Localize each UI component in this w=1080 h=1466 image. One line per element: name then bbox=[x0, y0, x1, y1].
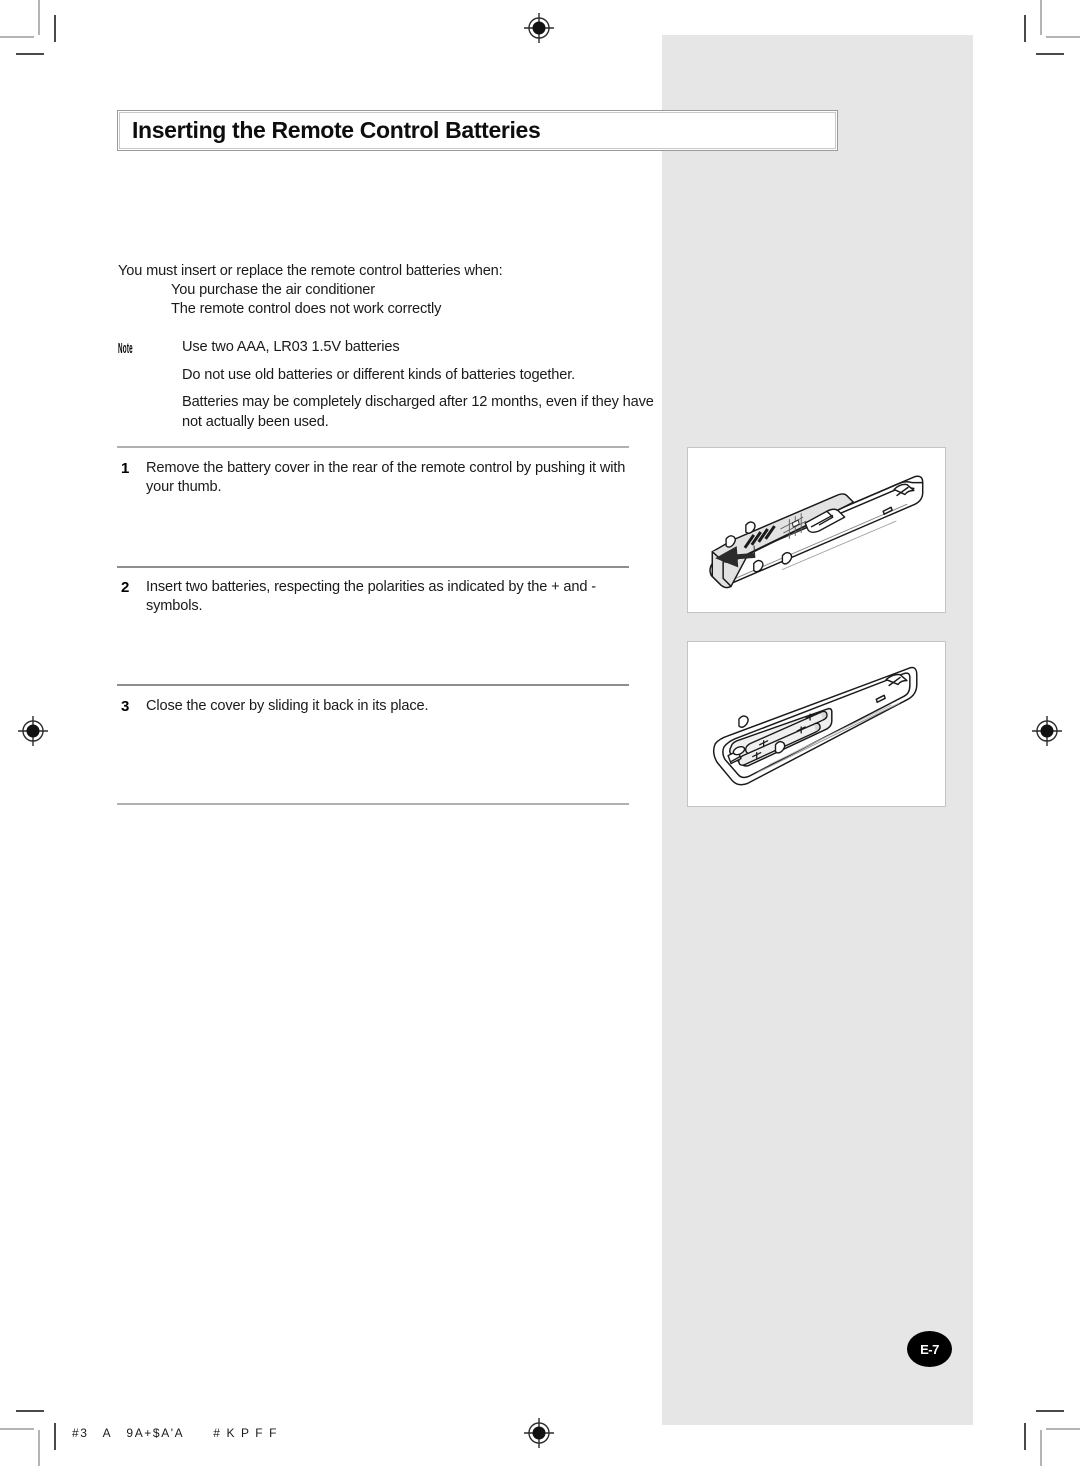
note-item: Batteries may be completely discharged a… bbox=[182, 394, 654, 430]
crop-mark bbox=[1036, 1410, 1064, 1412]
page-title: Inserting the Remote Control Batteries bbox=[132, 116, 541, 143]
crop-mark bbox=[1036, 53, 1064, 55]
crop-mark bbox=[54, 15, 56, 42]
illustration-remote-cover-removal bbox=[687, 447, 946, 613]
crop-mark bbox=[38, 1430, 40, 1466]
step-item: 1 Remove the battery cover in the rear o… bbox=[117, 459, 647, 497]
crop-mark bbox=[1046, 36, 1080, 38]
page-number-badge: E-7 bbox=[907, 1331, 952, 1367]
step-text: Insert two batteries, respecting the pol… bbox=[146, 579, 596, 615]
step-divider bbox=[117, 684, 629, 686]
crop-mark bbox=[16, 1410, 44, 1412]
intro-condition: The remote control does not work correct… bbox=[171, 301, 442, 318]
registration-target-icon bbox=[524, 1418, 554, 1448]
step-divider bbox=[117, 566, 629, 568]
step-text: Close the cover by sliding it back in it… bbox=[146, 698, 429, 714]
note-item: Use two AAA, LR03 1.5V batteries bbox=[182, 339, 400, 355]
step-text: Remove the battery cover in the rear of … bbox=[146, 460, 626, 496]
page-title-box: Inserting the Remote Control Batteries bbox=[117, 110, 838, 151]
intro-block: You must insert or replace the remote co… bbox=[118, 262, 658, 320]
crop-mark bbox=[1040, 0, 1042, 35]
step-item: 3 Close the cover by sliding it back in … bbox=[117, 697, 647, 716]
step-divider bbox=[117, 803, 629, 805]
document-page: Inserting the Remote Control Batteries Y… bbox=[0, 0, 1080, 1466]
intro-condition: You purchase the air conditioner bbox=[171, 282, 375, 299]
crop-mark bbox=[1040, 1430, 1042, 1466]
note-label: Note bbox=[118, 340, 133, 357]
step-number: 1 bbox=[121, 460, 130, 477]
crop-mark bbox=[0, 1428, 34, 1430]
crop-mark bbox=[1024, 1423, 1026, 1450]
crop-mark bbox=[16, 53, 44, 55]
step-number: 2 bbox=[121, 579, 130, 596]
registration-target-icon bbox=[1032, 716, 1062, 746]
crop-mark bbox=[0, 36, 34, 38]
footer-text: #3 A 9A+$A'A # K P F F bbox=[72, 1426, 279, 1440]
crop-mark bbox=[1024, 15, 1026, 42]
registration-target-icon bbox=[524, 13, 554, 43]
step-item: 2 Insert two batteries, respecting the p… bbox=[117, 578, 647, 616]
illustration-remote-battery-compartment bbox=[687, 641, 946, 807]
note-block: Note Use two AAA, LR03 1.5V batteries Do… bbox=[118, 338, 658, 432]
crop-mark bbox=[38, 0, 40, 35]
crop-mark bbox=[54, 1423, 56, 1450]
step-number: 3 bbox=[121, 698, 130, 715]
intro-lead: You must insert or replace the remote co… bbox=[118, 263, 503, 279]
registration-target-icon bbox=[18, 716, 48, 746]
step-divider bbox=[117, 446, 629, 448]
note-item: Do not use old batteries or different ki… bbox=[182, 366, 576, 383]
crop-mark bbox=[1046, 1428, 1080, 1430]
